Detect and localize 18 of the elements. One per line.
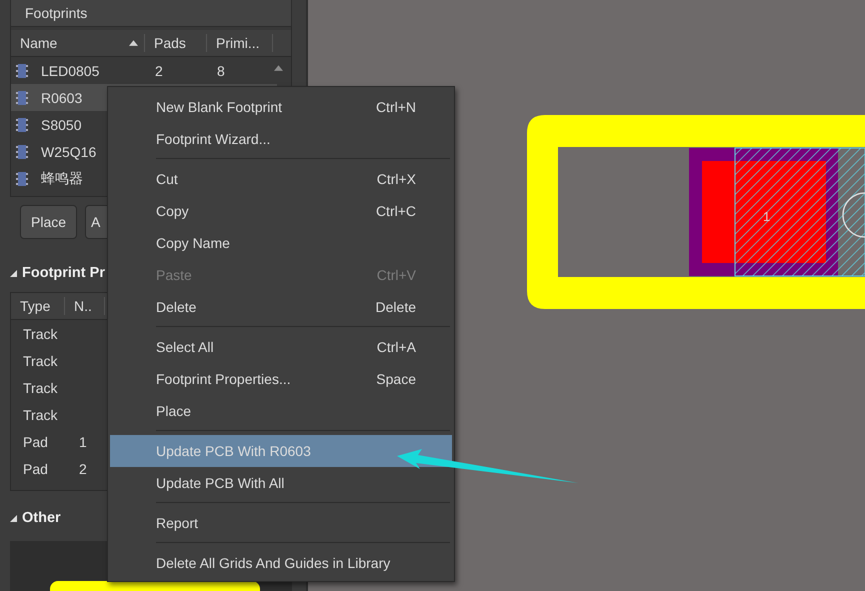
panel-title: Footprints: [25, 5, 88, 21]
table-cell-text: Track: [23, 380, 58, 396]
table-cell-text: S8050: [41, 116, 82, 132]
table-cell-text: 2: [155, 62, 164, 78]
table-cell: 1: [79, 434, 87, 450]
section-title: Other: [22, 510, 61, 526]
table-cell-text: Track: [23, 406, 58, 422]
table-cell-text: Pad: [23, 434, 49, 450]
section-title: Footprint Pr: [22, 265, 105, 281]
table-cell-text: W25Q16: [41, 144, 98, 160]
table-cell-text: Track: [23, 326, 58, 342]
table-cell-text: LED0805: [41, 62, 100, 78]
table-cell-text: 蜂鸣器: [41, 170, 84, 188]
table-cell-text: R0603: [41, 90, 84, 106]
table-cell: 2: [79, 460, 87, 476]
table-cell-text: Track: [23, 352, 58, 368]
table-cell-text: Pad: [23, 460, 49, 476]
table-cell: 8: [217, 62, 225, 78]
